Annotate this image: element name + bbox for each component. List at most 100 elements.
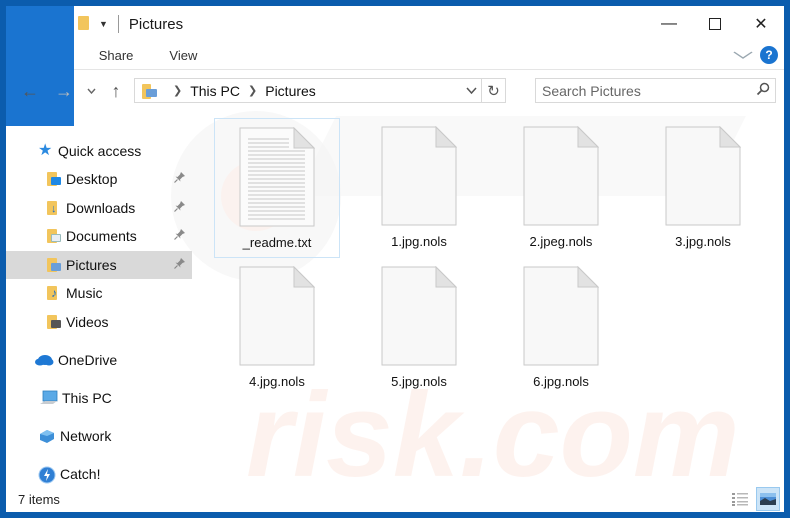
sidebar-item-videos[interactable]: Videos: [6, 308, 192, 336]
file-name: 2.jpeg.nols: [529, 234, 593, 249]
breadcrumb-this-pc[interactable]: This PC: [190, 83, 240, 99]
search-icon[interactable]: [751, 82, 775, 99]
file-explorer-window: risk.com ✓ ▼ Pictures — ✕ File: [6, 6, 784, 512]
sidebar-item-label: Downloads: [66, 200, 136, 216]
up-button[interactable]: ↑: [102, 77, 130, 105]
window-title: Pictures: [128, 15, 184, 33]
sidebar-item-quick-access[interactable]: ★ Quick access: [6, 137, 192, 165]
pin-icon[interactable]: [174, 257, 186, 272]
sidebar-item-downloads[interactable]: ↓ Downloads: [6, 194, 192, 222]
up-arrow-icon: ↑: [111, 80, 121, 101]
sidebar-item-label: Quick access: [58, 143, 142, 159]
new-folder-icon[interactable]: [75, 15, 93, 33]
close-button[interactable]: ✕: [738, 6, 784, 42]
help-icon[interactable]: ?: [760, 46, 778, 64]
file-item[interactable]: _readme.txt: [214, 118, 340, 258]
forward-button[interactable]: →: [50, 77, 78, 105]
file-name: _readme.txt: [242, 235, 312, 250]
downloads-folder-icon: ↓: [46, 200, 62, 216]
recent-locations-button[interactable]: [82, 77, 100, 105]
pin-icon[interactable]: [174, 171, 186, 186]
this-pc-icon: [40, 390, 58, 406]
navigation-pane: ★ Quick access Desktop ↓ Downloads Docum…: [6, 112, 194, 484]
sidebar-item-music[interactable]: ♪ Music: [6, 279, 192, 307]
breadcrumb-pictures[interactable]: Pictures: [265, 83, 316, 99]
toolbar-divider: [117, 15, 119, 33]
file-list: _readme.txt 1.jpg.nols 2.jpeg.nols 3.jpg…: [202, 112, 784, 482]
tab-share[interactable]: Share: [81, 42, 152, 70]
ribbon-right-controls: ?: [733, 46, 778, 64]
sidebar-item-label: OneDrive: [58, 352, 118, 368]
address-history-dropdown[interactable]: [466, 82, 477, 101]
pin-icon[interactable]: [174, 228, 186, 243]
forward-arrow-icon: →: [55, 80, 73, 101]
ribbon-tabs: File Home Share View ?: [6, 6, 784, 126]
status-bar: 7 items: [6, 486, 784, 512]
large-icons-view-button[interactable]: [756, 487, 780, 511]
music-folder-icon: ♪: [46, 285, 62, 301]
close-icon: ✕: [754, 16, 768, 33]
file-item[interactable]: 3.jpg.nols: [640, 118, 766, 258]
file-item[interactable]: 4.jpg.nols: [214, 258, 340, 398]
onedrive-icon: [34, 352, 54, 368]
search-box[interactable]: [535, 78, 776, 103]
pictures-location-icon: [141, 83, 159, 99]
file-item[interactable]: 1.jpg.nols: [356, 118, 482, 258]
details-view-button[interactable]: [728, 487, 752, 511]
back-button[interactable]: ←: [16, 77, 44, 105]
sidebar-item-label: Videos: [66, 314, 109, 330]
sidebar-item-label: Desktop: [66, 171, 118, 187]
file-name: 4.jpg.nols: [249, 374, 305, 389]
file-name: 1.jpg.nols: [391, 234, 447, 249]
refresh-button[interactable]: ↻: [481, 79, 505, 102]
minimize-button[interactable]: —: [646, 6, 692, 42]
large-icons-view-icon: [760, 493, 776, 505]
videos-folder-icon: [46, 314, 62, 330]
network-icon: [38, 428, 56, 444]
sidebar-item-desktop[interactable]: Desktop: [6, 165, 192, 193]
file-item[interactable]: 5.jpg.nols: [356, 258, 482, 398]
customize-toolbar-dropdown-icon[interactable]: ▼: [99, 19, 108, 29]
sidebar-item-label: This PC: [62, 390, 112, 406]
sidebar-item-this-pc[interactable]: This PC: [6, 384, 192, 412]
file-item[interactable]: 6.jpg.nols: [498, 258, 624, 398]
sidebar-item-documents[interactable]: Documents: [6, 222, 192, 250]
blank-file-icon: [665, 126, 741, 226]
sidebar-item-label: Network: [60, 428, 112, 444]
back-arrow-icon: ←: [21, 80, 39, 101]
expand-ribbon-icon[interactable]: [733, 47, 754, 63]
view-switcher: [724, 487, 780, 511]
desktop-folder-icon: [46, 171, 62, 187]
blank-file-icon: [381, 266, 457, 366]
window-controls: — ✕: [646, 6, 784, 42]
sidebar-item-label: Catch!: [60, 466, 101, 482]
pin-icon[interactable]: [174, 200, 186, 215]
file-item[interactable]: 2.jpeg.nols: [498, 118, 624, 258]
chevron-down-icon: [86, 88, 96, 94]
sidebar-item-network[interactable]: Network: [6, 422, 192, 450]
sidebar-item-label: Pictures: [66, 257, 117, 273]
sidebar-item-label: Music: [66, 285, 103, 301]
blank-file-icon: [523, 266, 599, 366]
blank-file-icon: [239, 266, 315, 366]
title-bar: ✓ ▼ Pictures — ✕: [6, 6, 784, 42]
search-input[interactable]: [536, 79, 751, 102]
sidebar-item-catch[interactable]: Catch!: [6, 460, 192, 488]
refresh-icon: ↻: [487, 82, 500, 100]
sidebar-item-onedrive[interactable]: OneDrive: [6, 346, 192, 374]
file-name: 6.jpg.nols: [533, 374, 589, 389]
pictures-folder-icon: [46, 257, 62, 273]
sidebar-item-label: Documents: [66, 228, 137, 244]
catch-icon: [38, 466, 56, 484]
tab-view[interactable]: View: [151, 42, 215, 70]
file-name: 3.jpg.nols: [675, 234, 731, 249]
chevron-down-icon: [466, 87, 477, 95]
maximize-button[interactable]: [692, 6, 738, 42]
address-bar[interactable]: ❯ This PC ❯ Pictures ↻: [134, 78, 506, 103]
sidebar-item-pictures[interactable]: Pictures: [6, 251, 192, 279]
star-icon: ★: [38, 142, 53, 159]
maximize-icon: [709, 18, 721, 30]
navigation-bar: ← → ↑ ❯ This PC ❯ Pictures ↻: [6, 70, 784, 112]
breadcrumb-separator-icon: ❯: [248, 85, 258, 97]
item-count: 7 items: [18, 491, 60, 507]
